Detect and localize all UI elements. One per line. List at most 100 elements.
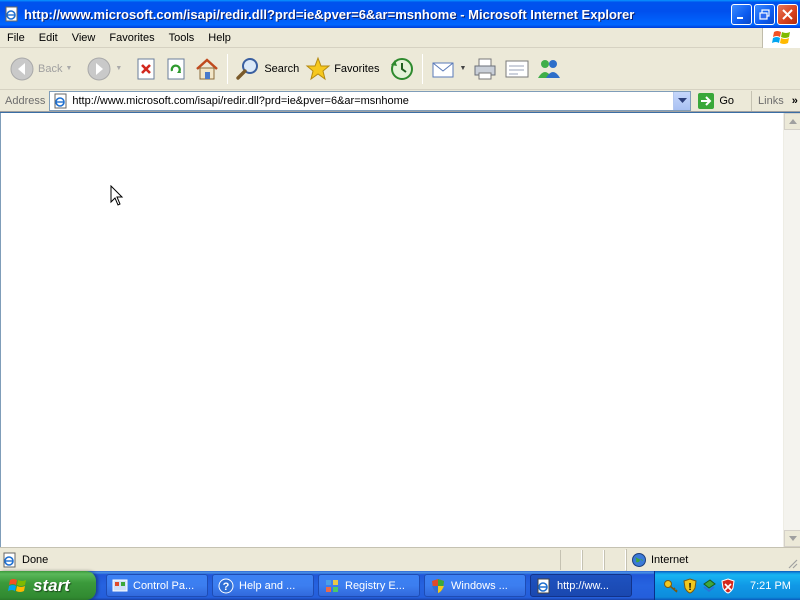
start-button[interactable]: start	[0, 571, 96, 600]
status-panel-progress	[560, 549, 582, 570]
system-clock[interactable]: 7:21 PM	[750, 580, 791, 592]
internet-globe-icon	[632, 552, 646, 567]
security-zone-label: Internet	[651, 553, 689, 566]
address-bar: Address Go Links »	[0, 90, 800, 112]
back-arrow-icon	[10, 57, 34, 80]
mail-button[interactable]: ▼	[427, 51, 469, 87]
mail-dropdown-icon[interactable]: ▼	[459, 65, 466, 72]
title-bar[interactable]: http://www.microsoft.com/isapi/redir.dll…	[0, 0, 800, 28]
status-panel-lock	[582, 549, 604, 570]
search-button[interactable]: Search	[232, 51, 302, 87]
forward-dropdown-icon[interactable]: ▼	[115, 65, 122, 72]
ie-page-icon	[3, 552, 16, 567]
notification-area: ! 7:21 PM	[654, 571, 800, 600]
ie-page-icon	[5, 6, 18, 22]
svg-text:?: ?	[223, 581, 230, 593]
back-dropdown-icon[interactable]: ▼	[65, 65, 72, 72]
taskbar-item-windows-security[interactable]: Windows ...	[424, 574, 526, 597]
browser-content-area[interactable]	[0, 113, 783, 547]
minimize-icon	[737, 16, 743, 19]
menu-help[interactable]: Help	[201, 28, 238, 48]
taskbar-item-label: http://ww...	[557, 579, 609, 592]
ie-page-icon	[54, 93, 67, 108]
scroll-down-button[interactable]	[784, 530, 800, 547]
messenger-icon	[538, 59, 561, 78]
wireless-network-icon[interactable]	[701, 578, 717, 594]
edit-button[interactable]	[501, 51, 533, 87]
refresh-button[interactable]	[161, 51, 191, 87]
toolbar-separator	[227, 53, 229, 84]
home-button[interactable]	[191, 51, 223, 87]
security-center-icon[interactable]	[720, 577, 736, 594]
menu-view[interactable]: View	[65, 28, 103, 48]
resize-grip-icon[interactable]	[786, 557, 798, 569]
scroll-up-arrow-icon	[788, 119, 797, 124]
go-label: Go	[719, 94, 735, 107]
menu-edit[interactable]: Edit	[32, 28, 65, 48]
search-icon	[236, 57, 259, 80]
taskbar-item-registry-editor[interactable]: Registry E...	[318, 574, 420, 597]
task-buttons: Control Pa... ? Help and ... Registry E.…	[106, 574, 632, 597]
close-icon	[782, 8, 793, 20]
stop-button[interactable]	[131, 51, 161, 87]
go-button[interactable]: Go	[697, 92, 734, 110]
ie-page-icon	[537, 578, 550, 593]
close-button[interactable]	[777, 3, 798, 25]
menu-tools[interactable]: Tools	[162, 28, 202, 48]
mail-icon	[432, 62, 454, 77]
forward-button[interactable]: ▼	[83, 51, 125, 87]
address-input[interactable]	[72, 92, 673, 109]
taskbar-item-label: Registry E...	[345, 579, 405, 592]
back-button[interactable]: Back ▼	[6, 51, 75, 87]
print-button[interactable]	[469, 51, 501, 87]
standard-toolbar: Back ▼ ▼ Search Favorites ▼	[0, 48, 800, 90]
security-alert-shield-icon[interactable]: !	[682, 577, 698, 594]
forward-arrow-icon	[87, 57, 111, 80]
svg-text:!: !	[688, 582, 691, 593]
status-panel-privacy	[604, 549, 626, 570]
refresh-icon	[167, 58, 185, 79]
back-label: Back	[38, 62, 63, 75]
security-zone-panel[interactable]: Internet	[626, 548, 776, 571]
links-toolbar[interactable]: Links	[751, 90, 784, 111]
favorites-button[interactable]: Favorites	[302, 51, 382, 87]
status-main-panel: Done	[0, 549, 560, 571]
taskbar-item-internet-explorer[interactable]: http://ww...	[530, 574, 632, 597]
vertical-scrollbar[interactable]	[783, 113, 800, 547]
menu-favorites[interactable]: Favorites	[102, 28, 161, 48]
home-icon	[196, 57, 219, 79]
restore-icon	[759, 8, 770, 20]
address-dropdown-button[interactable]	[673, 91, 691, 110]
network-key-icon[interactable]	[663, 578, 679, 594]
restore-button[interactable]	[754, 3, 775, 25]
taskbar-item-label: Control Pa...	[133, 579, 195, 592]
windows-flag-icon	[771, 31, 790, 44]
history-icon	[391, 57, 414, 80]
menu-file[interactable]: File	[0, 28, 32, 48]
messenger-button[interactable]	[533, 51, 565, 87]
status-bar: Done Internet	[0, 547, 800, 571]
mouse-cursor-icon	[110, 185, 124, 206]
history-button[interactable]	[386, 51, 418, 87]
windows-flag-icon	[8, 578, 26, 592]
taskbar-item-help[interactable]: ? Help and ...	[212, 574, 314, 597]
links-chevron-icon[interactable]: »	[792, 95, 798, 107]
registry-icon	[326, 579, 338, 592]
favorites-star-icon	[305, 56, 331, 80]
taskbar: start Control Pa... ? Help and ... Regis…	[0, 571, 800, 600]
search-label: Search	[264, 62, 300, 75]
minimize-button[interactable]	[731, 3, 752, 25]
scroll-down-arrow-icon	[788, 536, 797, 541]
scroll-up-button[interactable]	[784, 113, 800, 130]
address-box[interactable]	[49, 90, 692, 111]
print-icon	[474, 58, 496, 79]
chevron-down-icon	[677, 97, 687, 103]
edit-icon	[505, 60, 529, 77]
address-label: Address	[5, 94, 46, 107]
control-panel-icon	[112, 579, 128, 591]
start-label: start	[33, 575, 70, 595]
toolbar-separator-2	[422, 53, 424, 84]
window-title: http://www.microsoft.com/isapi/redir.dll…	[24, 6, 635, 22]
menu-bar: File Edit View Favorites Tools Help	[0, 28, 800, 48]
taskbar-item-control-panel[interactable]: Control Pa...	[106, 574, 208, 597]
